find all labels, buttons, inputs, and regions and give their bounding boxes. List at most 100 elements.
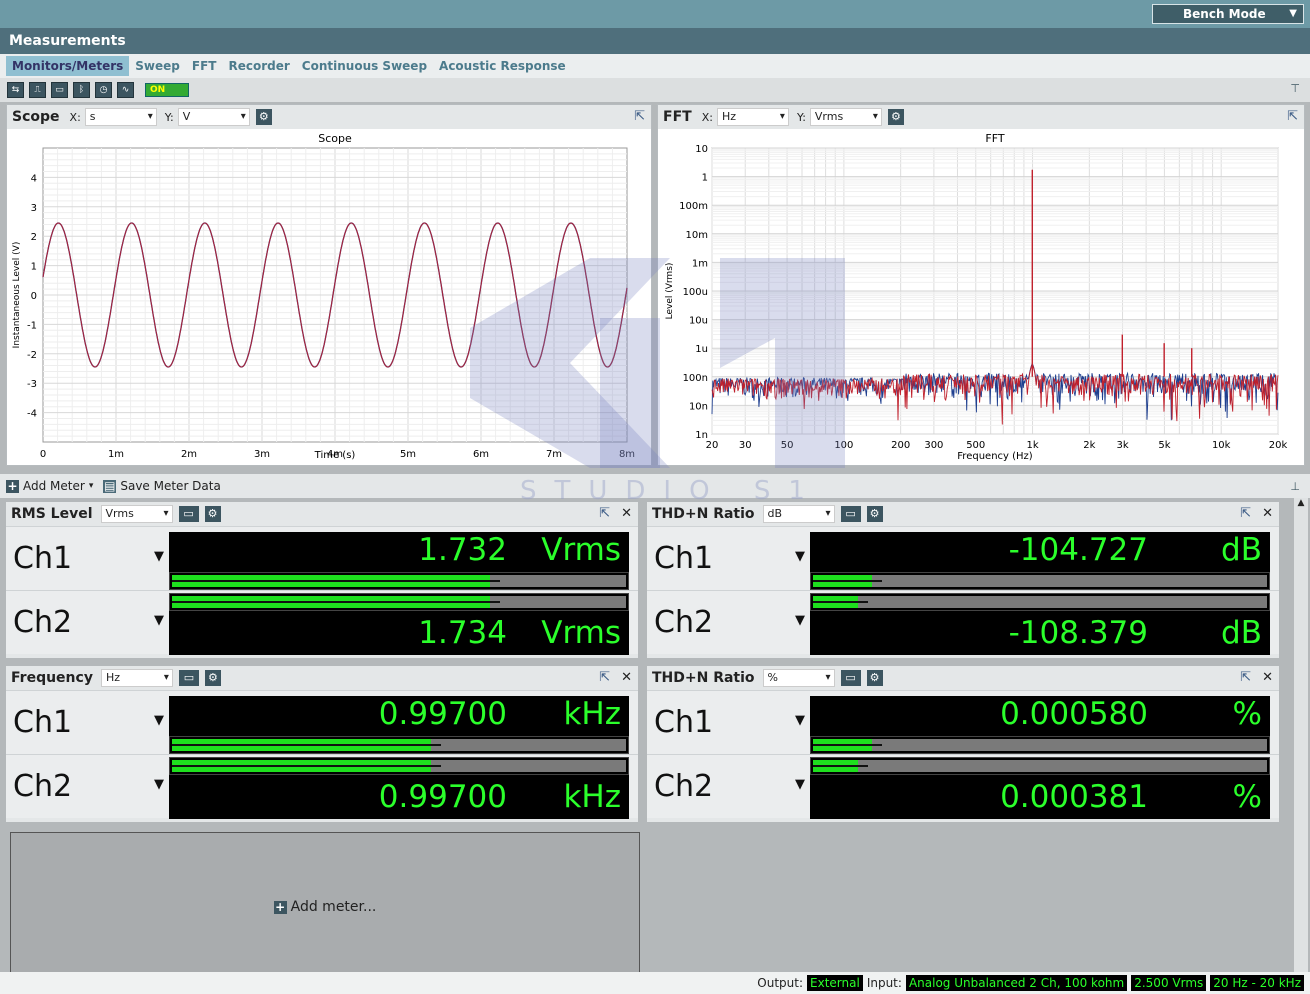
meter-title: Frequency — [11, 670, 93, 686]
tab-recorder[interactable]: Recorder — [222, 56, 295, 76]
meter-unit: Vrms — [541, 532, 621, 568]
y-tick-label: 100u — [683, 287, 708, 298]
gear-icon[interactable]: ⚙ — [255, 109, 272, 125]
close-icon[interactable]: ✕ — [621, 670, 632, 685]
fft-y-unit-select[interactable]: Vrms — [809, 108, 882, 126]
popout-icon[interactable]: ⇱ — [599, 670, 610, 685]
y-tick-label: 4 — [31, 173, 37, 184]
scope-y-unit-select[interactable]: V — [177, 108, 250, 126]
swap-icon[interactable]: ⇆ — [7, 82, 24, 98]
meter-unit-select[interactable]: % — [762, 669, 835, 687]
close-icon[interactable]: ✕ — [621, 506, 632, 521]
tab-sweep[interactable]: Sweep — [129, 56, 186, 76]
bar-icon[interactable]: ▭ — [51, 82, 68, 98]
channel-label: Ch2 — [13, 605, 73, 640]
popout-icon[interactable]: ⇱ — [1287, 109, 1298, 124]
popout-icon[interactable]: ⇱ — [1240, 670, 1251, 685]
gear-icon[interactable]: ⚙ — [866, 670, 883, 686]
display-mode-icon[interactable]: ▭ — [178, 506, 199, 522]
meter-unit: % — [1232, 779, 1262, 815]
channel-label: Ch2 — [13, 769, 73, 804]
on-toggle[interactable]: ON — [145, 83, 189, 97]
meter-unit-select[interactable]: Vrms — [100, 505, 173, 523]
x-tick-label: 3m — [254, 449, 270, 460]
pin-icon[interactable]: ⊥ — [1290, 480, 1300, 493]
tab-fft[interactable]: FFT — [186, 56, 223, 76]
tab-continuous-sweep[interactable]: Continuous Sweep — [296, 56, 433, 76]
y-tick-label: 100m — [679, 201, 708, 212]
meter-header: THD+N Ratio % ▭ ⚙ ⇱ ✕ — [647, 666, 1279, 690]
gear-icon[interactable]: ⚙ — [866, 506, 883, 522]
display-mode-icon[interactable]: ▭ — [840, 670, 861, 686]
channel-dropdown-icon[interactable]: ▼ — [795, 549, 805, 564]
scrollbar[interactable]: ▲ — [1294, 498, 1308, 972]
bench-mode-dropdown[interactable]: Bench Mode ▼ — [1152, 4, 1304, 24]
y-tick-label: 10 — [695, 144, 708, 155]
popout-icon[interactable]: ⇱ — [634, 109, 645, 124]
value-display: -108.379 dB — [810, 611, 1270, 655]
add-meter-area[interactable]: + Add meter... — [10, 832, 640, 982]
output-label: Output: — [757, 976, 804, 990]
meter-rms-level-0: RMS Level Vrms ▭ ⚙ ⇱ ✕ Ch1 ▼ 1.732 Vrms … — [6, 502, 638, 658]
level-bar-track — [813, 760, 1267, 772]
display-mode-icon[interactable]: ▭ — [840, 506, 861, 522]
bluetooth-icon[interactable]: ᛒ — [73, 82, 90, 98]
channel-dropdown-icon[interactable]: ▼ — [154, 777, 164, 792]
close-icon[interactable]: ✕ — [1262, 506, 1273, 521]
value-display: 0.000381 % — [810, 775, 1270, 819]
add-meter-button[interactable]: Add Meter — [23, 479, 85, 493]
scroll-up-icon[interactable]: ▲ — [1294, 498, 1308, 508]
y-tick-label: 3 — [31, 203, 37, 214]
meter-header: Frequency Hz ▭ ⚙ ⇱ ✕ — [6, 666, 638, 690]
channel-label: Ch1 — [13, 705, 73, 740]
toolbar: ⇆ ⎍ ▭ ᛒ ◷ ∿ ON ⊤ — [0, 78, 1310, 102]
meter-header: RMS Level Vrms ▭ ⚙ ⇱ ✕ — [6, 502, 638, 526]
channel-dropdown-icon[interactable]: ▼ — [154, 549, 164, 564]
y-tick-label: 1m — [692, 258, 708, 269]
save-meter-data-button[interactable]: Save Meter Data — [120, 479, 221, 493]
output-value[interactable]: External — [807, 975, 863, 991]
channel-dropdown-icon[interactable]: ▼ — [795, 777, 805, 792]
close-icon[interactable]: ✕ — [1262, 670, 1273, 685]
meter-title: THD+N Ratio — [652, 506, 755, 522]
display-mode-icon[interactable]: ▭ — [178, 670, 199, 686]
level-bar-peak — [172, 601, 500, 603]
y-tick-label: 10u — [689, 316, 708, 327]
scope-chart[interactable]: ScopeTime (s)Instantaneous Level (V)0 1m 2… — [7, 130, 651, 466]
gear-icon[interactable]: ⚙ — [204, 506, 221, 522]
gear-icon[interactable]: ⚙ — [204, 670, 221, 686]
gear-icon[interactable]: ⚙ — [887, 109, 904, 125]
fft-x-unit-select[interactable]: Hz — [716, 108, 789, 126]
channel-dropdown-icon[interactable]: ▼ — [154, 713, 164, 728]
scope-x-unit-select[interactable]: s — [84, 108, 157, 126]
popout-icon[interactable]: ⇱ — [599, 506, 610, 521]
tab-monitors-meters[interactable]: Monitors/Meters — [6, 56, 130, 76]
channel-dropdown-icon[interactable]: ▼ — [795, 713, 805, 728]
pin-icon[interactable]: ⊤ — [1290, 82, 1300, 95]
meter-unit-select[interactable]: dB — [762, 505, 835, 523]
save-icon: ▤ — [103, 478, 117, 493]
chart-title: Scope — [318, 132, 352, 145]
clock-icon[interactable]: ◷ — [95, 82, 112, 98]
level-value[interactable]: 2.500 Vrms — [1131, 975, 1207, 991]
pulse-icon[interactable]: ⎍ — [29, 82, 46, 98]
input-value[interactable]: Analog Unbalanced 2 Ch, 100 kohm — [905, 975, 1128, 991]
wave-icon[interactable]: ∿ — [117, 82, 134, 98]
tab-acoustic-response[interactable]: Acoustic Response — [433, 56, 572, 76]
chevron-down-icon[interactable]: ▾ — [89, 481, 94, 491]
value-display: -104.727 dB — [810, 532, 1270, 572]
channel-dropdown-icon[interactable]: ▼ — [795, 613, 805, 628]
plus-icon: + — [273, 899, 287, 914]
meter-title: RMS Level — [11, 506, 93, 522]
meter-toolbar: + Add Meter ▾ ▤ Save Meter Data ⊥ — [0, 474, 1310, 498]
scope-panel: Scope X: s Y: V ⚙ ⇱ ScopeTime (s)Instant… — [6, 104, 652, 466]
channel-label: Ch1 — [13, 541, 73, 576]
fft-chart[interactable]: FFT Frequency (Hz) Level (Vrms) 20 30 50 100 20… — [658, 130, 1304, 466]
bandwidth-value[interactable]: 20 Hz - 20 kHz — [1210, 975, 1304, 991]
x-tick-label: 50 — [781, 440, 794, 451]
channel-dropdown-icon[interactable]: ▼ — [154, 613, 164, 628]
popout-icon[interactable]: ⇱ — [1240, 506, 1251, 521]
meter-unit-select[interactable]: Hz — [100, 669, 173, 687]
y-tick-label: 10m — [686, 230, 708, 241]
channel-label: Ch2 — [654, 605, 714, 640]
